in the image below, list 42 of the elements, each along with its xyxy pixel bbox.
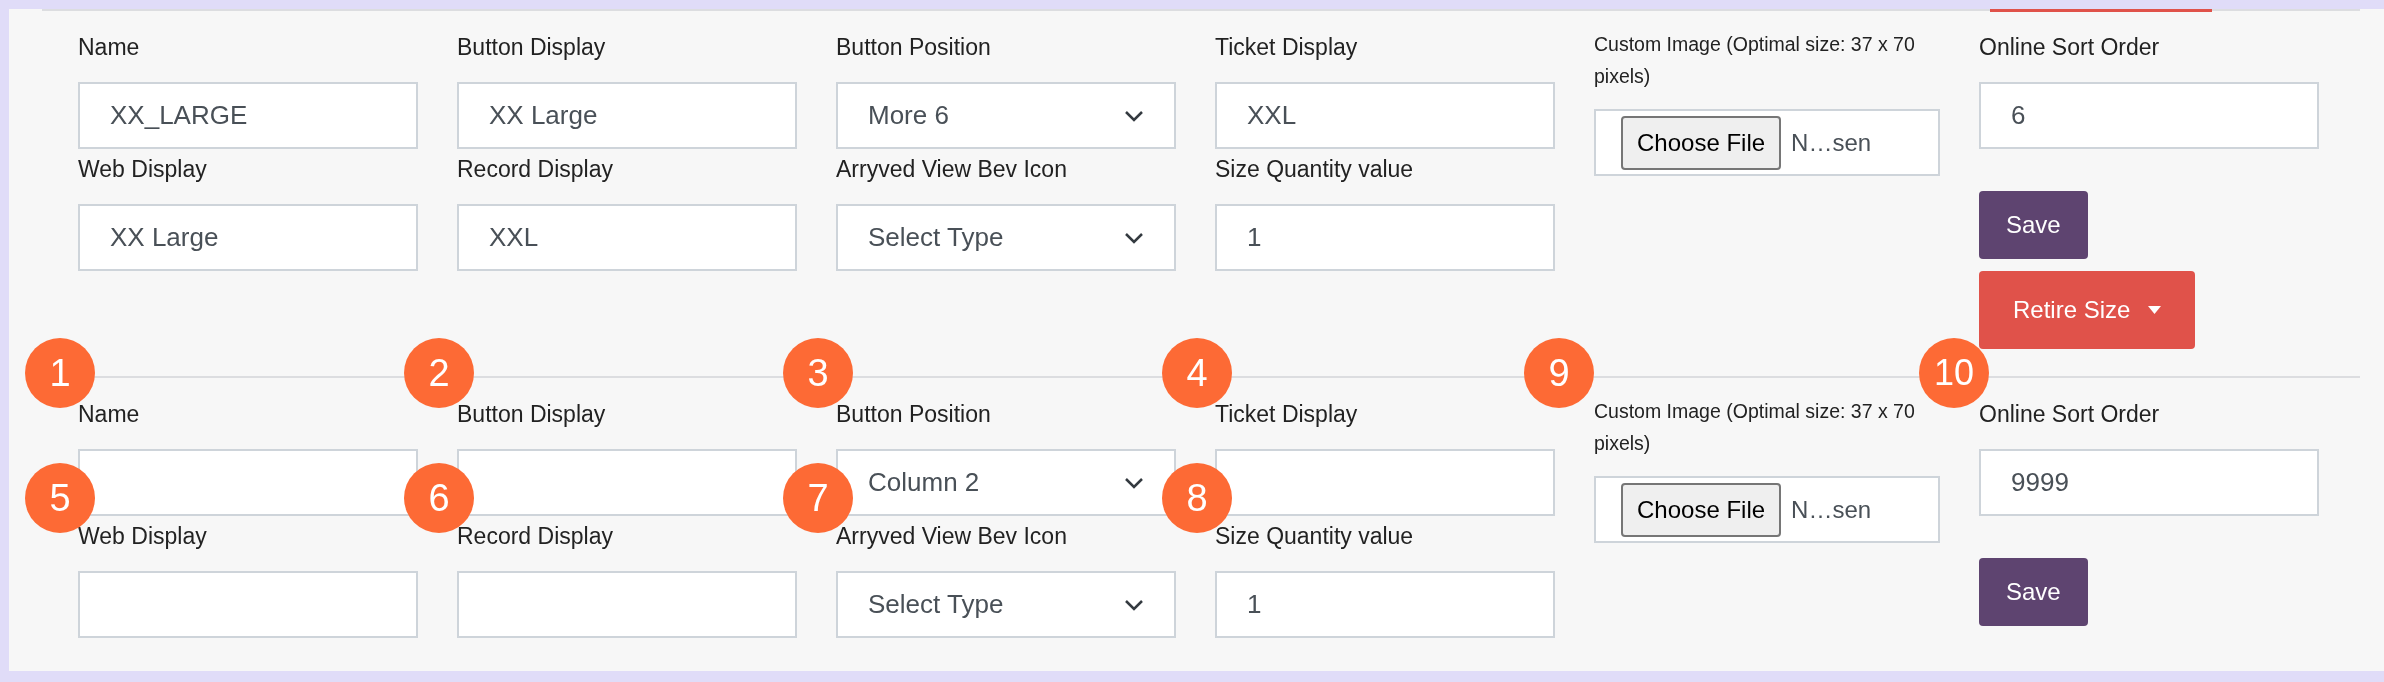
retire-size-button[interactable]: Retire Size xyxy=(1979,271,2196,349)
field-label: Size Quantity value xyxy=(1215,155,1415,184)
field-label: Button Position xyxy=(836,33,992,62)
select-field[interactable]: Select Type xyxy=(836,571,1176,638)
choose-file-button[interactable]: Choose File xyxy=(1621,482,1782,537)
select-field[interactable]: Select Type xyxy=(836,204,1176,271)
chevron-down-icon xyxy=(1124,109,1144,122)
file-status: N…sen xyxy=(1791,495,1872,524)
chevron-down-icon xyxy=(1124,476,1144,489)
file-status: N…sen xyxy=(1791,128,1872,157)
chevron-down-icon xyxy=(1124,231,1144,244)
text-field[interactable]: XX Large xyxy=(78,204,418,271)
text-field[interactable]: 1 xyxy=(1215,204,1555,271)
field-label: Arryved View Bev Icon xyxy=(836,155,1068,184)
text-field[interactable]: XXL xyxy=(457,204,797,271)
text-field[interactable] xyxy=(78,571,418,638)
select-field[interactable]: More 6 xyxy=(836,82,1176,149)
number-badge: 9 xyxy=(1524,338,1594,408)
save-button[interactable]: Save xyxy=(1979,558,2088,626)
text-field[interactable]: XXL xyxy=(1215,82,1555,149)
select-field[interactable]: Column 2 xyxy=(836,449,1176,516)
field-label: Online Sort Order xyxy=(1979,33,2160,62)
text-field[interactable]: XX_LARGE xyxy=(78,82,418,149)
field-label: Record Display xyxy=(457,155,614,184)
file-input[interactable]: Choose File N…sen xyxy=(1594,109,1940,176)
field-label: Name xyxy=(78,33,141,62)
text-field[interactable]: XX Large xyxy=(457,82,797,149)
field-label: Web Display xyxy=(78,155,208,184)
caret-down-icon xyxy=(2148,306,2162,314)
text-field[interactable] xyxy=(1215,449,1555,516)
field-label: Ticket Display xyxy=(1215,33,1359,62)
field-label: Button Display xyxy=(457,33,607,62)
text-field[interactable] xyxy=(457,571,797,638)
text-field[interactable]: 9999 xyxy=(1979,449,2319,516)
text-field[interactable]: 1 xyxy=(1215,571,1555,638)
chevron-down-icon xyxy=(1124,598,1144,611)
choose-file-button[interactable]: Choose File xyxy=(1621,115,1782,170)
save-button[interactable]: Save xyxy=(1979,191,2088,259)
field-label: Custom Image (Optimal size: 37 x 70 pixels) xyxy=(1594,399,1916,456)
file-input[interactable]: Choose File N…sen xyxy=(1594,476,1940,543)
field-label: Custom Image (Optimal size: 37 x 70 pixels) xyxy=(1594,32,1916,89)
text-field[interactable]: 6 xyxy=(1979,82,2319,149)
